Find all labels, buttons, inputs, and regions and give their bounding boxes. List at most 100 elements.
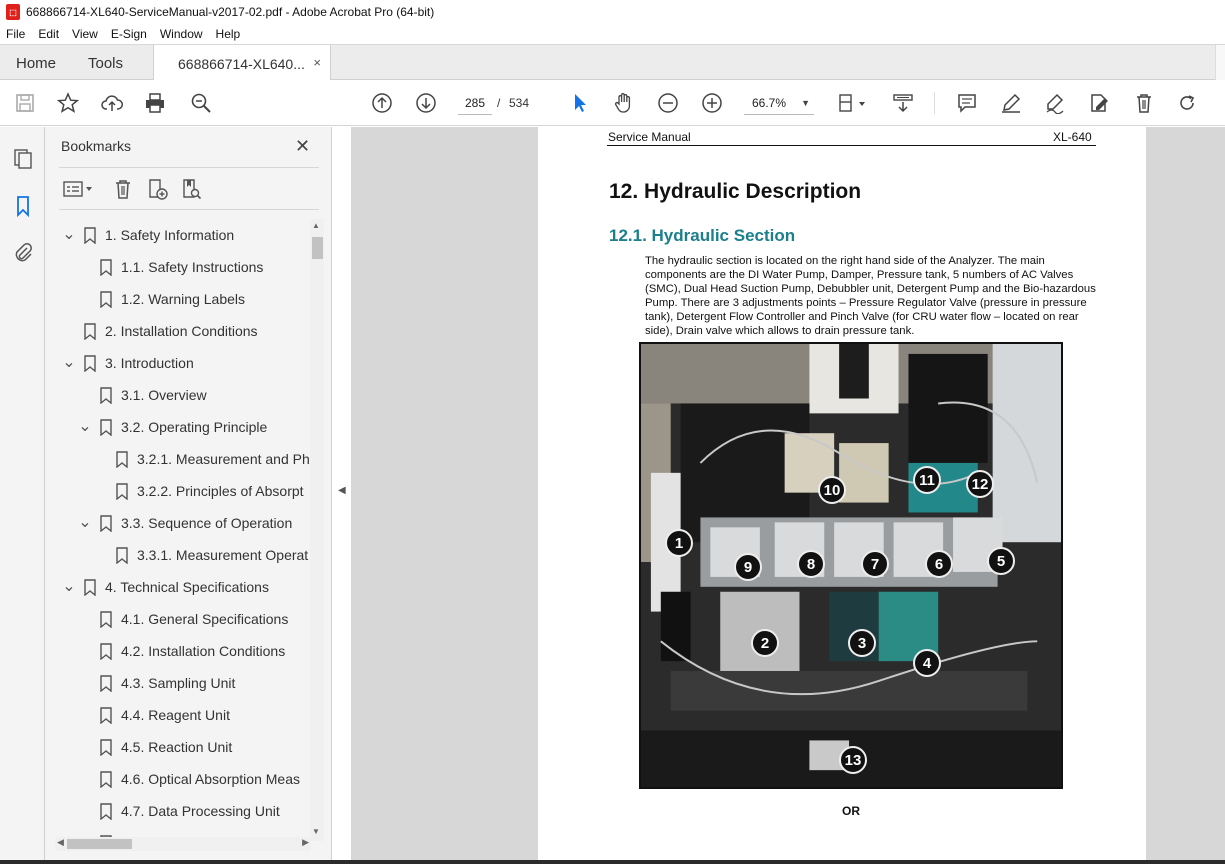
bookmark-label: 1.1. Safety Instructions [121, 259, 264, 275]
menu-view[interactable]: View [72, 27, 98, 41]
trash-icon[interactable] [1131, 90, 1157, 116]
scroll-down-icon[interactable]: ▼ [312, 827, 320, 836]
bookmark-item[interactable]: ⌄ 1. Safety Information [61, 219, 234, 251]
menu-file[interactable]: File [6, 27, 25, 41]
bookmark-item[interactable]: ⌄ 3.2. Operating Principle [77, 411, 267, 443]
bookmark-label: 3.2.2. Principles of Absorpt [137, 483, 304, 499]
find-bookmark-icon[interactable] [179, 177, 203, 201]
scroll-left-icon[interactable]: ◀ [57, 837, 64, 848]
bookmark-panel-icon[interactable] [11, 194, 35, 218]
bookmark-label: 3. Introduction [105, 355, 194, 371]
bookmark-item[interactable]: 4.7. Data Processing Unit [77, 795, 280, 827]
close-icon[interactable]: ✕ [295, 136, 310, 157]
attachment-icon[interactable] [11, 240, 35, 264]
scroll-thumb[interactable] [312, 237, 323, 259]
bookmark-item[interactable]: 4.4. Reagent Unit [77, 699, 230, 731]
chevron-down-icon[interactable]: ⌄ [77, 515, 93, 531]
bookmark-item[interactable]: ⌄ 4. Technical Specifications [61, 571, 269, 603]
document-view[interactable]: Service Manual XL-640 12. Hydraulic Desc… [352, 127, 1225, 864]
bookmark-item[interactable]: 3.3.1. Measurement Operat [93, 539, 308, 571]
page-number-input[interactable]: 285 [458, 91, 492, 115]
tab-tools[interactable]: Tools [88, 45, 123, 81]
bookmark-icon [100, 418, 112, 436]
zoom-level-select[interactable]: 66.7% ▼ [744, 91, 814, 115]
next-page-icon[interactable] [413, 90, 439, 116]
divider [59, 209, 319, 210]
zoom-out-icon[interactable] [655, 90, 681, 116]
tab-scroll[interactable] [1215, 45, 1225, 81]
bookmark-icon [100, 258, 112, 276]
bookmark-item[interactable]: ⌄ 3. Introduction [61, 347, 194, 379]
delete-bookmark-icon[interactable] [111, 177, 135, 201]
bookmark-icon [84, 322, 96, 340]
tab-home[interactable]: Home [16, 45, 56, 81]
chevron-down-icon[interactable]: ⌄ [61, 355, 77, 371]
rotate-icon[interactable] [1174, 90, 1200, 116]
page-thumbnails-icon[interactable] [11, 147, 35, 171]
bookmark-item[interactable]: ⌄ 3.3. Sequence of Operation [77, 507, 292, 539]
page-separator: / [497, 96, 501, 110]
bookmark-icon [116, 450, 128, 468]
panel-collapse-handle[interactable]: ◀ [332, 127, 352, 864]
bookmark-options-icon[interactable] [61, 177, 97, 201]
chevron-down-icon[interactable]: ⌄ [61, 227, 77, 243]
bookmark-icon [84, 354, 96, 372]
menu-edit[interactable]: Edit [38, 27, 59, 41]
previous-page-icon[interactable] [369, 90, 395, 116]
save-icon[interactable] [12, 90, 38, 116]
bookmark-item[interactable]: 3.2.1. Measurement and Ph [93, 443, 310, 475]
menu-help[interactable]: Help [216, 27, 241, 41]
new-bookmark-icon[interactable] [145, 177, 169, 201]
bookmark-item[interactable]: 4.3. Sampling Unit [77, 667, 235, 699]
bookmark-label: 4.5. Reaction Unit [121, 739, 233, 755]
title-bar: ⬚ 668866714-XL640-ServiceManual-v2017-02… [0, 0, 1225, 24]
chevron-down-icon: ▼ [801, 98, 810, 108]
scroll-mode-icon[interactable] [890, 90, 916, 116]
bookmark-label: 4.1. General Specifications [121, 611, 289, 627]
bookmark-item[interactable]: 4.6. Optical Absorption Meas [77, 763, 300, 795]
chevron-down-icon[interactable]: ⌄ [61, 579, 77, 595]
bookmark-item[interactable]: 3.1. Overview [77, 379, 207, 411]
cloud-upload-icon[interactable] [99, 90, 125, 116]
highlight-pen-icon[interactable] [998, 90, 1024, 116]
bookmark-item[interactable]: 4.2. Installation Conditions [77, 635, 285, 667]
bookmark-item[interactable]: 2. Installation Conditions [61, 315, 258, 347]
pdf-page: Service Manual XL-640 12. Hydraulic Desc… [538, 127, 1146, 864]
figure-callout: 7 [861, 550, 889, 578]
page-header-right: XL-640 [1053, 130, 1092, 144]
acrobat-pdf-icon: ⬚ [6, 4, 20, 20]
chevron-left-icon[interactable]: ◀ [338, 485, 346, 496]
figure-callout: 8 [797, 550, 825, 578]
menu-window[interactable]: Window [160, 27, 203, 41]
star-icon[interactable] [55, 90, 81, 116]
scroll-right-icon[interactable]: ▶ [302, 837, 309, 848]
hand-tool-icon[interactable] [611, 90, 637, 116]
print-icon[interactable] [142, 90, 168, 116]
scroll-thumb[interactable] [67, 839, 132, 849]
bookmark-icon [116, 482, 128, 500]
bookmark-icon [100, 674, 112, 692]
zoom-search-icon[interactable] [188, 90, 214, 116]
select-cursor-icon[interactable] [567, 90, 593, 116]
bookmark-item[interactable]: 4.5. Reaction Unit [77, 731, 232, 763]
bookmark-icon [100, 386, 112, 404]
divider [59, 167, 319, 168]
bookmark-item[interactable]: 1.2. Warning Labels [77, 283, 245, 315]
tab-document[interactable]: 668866714-XL640... × [153, 45, 331, 82]
comment-icon[interactable] [954, 90, 980, 116]
scroll-up-icon[interactable]: ▲ [312, 221, 320, 230]
zoom-in-icon[interactable] [699, 90, 725, 116]
menu-esign[interactable]: E-Sign [111, 27, 147, 41]
figure-callout: 13 [839, 746, 867, 774]
bookmarks-title: Bookmarks [61, 138, 132, 154]
bookmark-item[interactable]: 3.2.2. Principles of Absorpt [93, 475, 304, 507]
edit-pdf-icon[interactable] [1086, 90, 1112, 116]
bookmark-item[interactable]: 4.1. General Specifications [77, 603, 288, 635]
sign-icon[interactable] [1042, 90, 1068, 116]
chevron-down-icon[interactable]: ⌄ [77, 419, 93, 435]
bookmark-horizontal-scrollbar[interactable]: ◀ ▶ [55, 837, 311, 851]
page-fit-icon[interactable] [835, 90, 869, 116]
bookmark-vertical-scrollbar[interactable]: ▲ ▼ [310, 219, 324, 841]
tab-close-icon[interactable]: × [313, 55, 321, 70]
bookmark-item[interactable]: 1.1. Safety Instructions [77, 251, 263, 283]
